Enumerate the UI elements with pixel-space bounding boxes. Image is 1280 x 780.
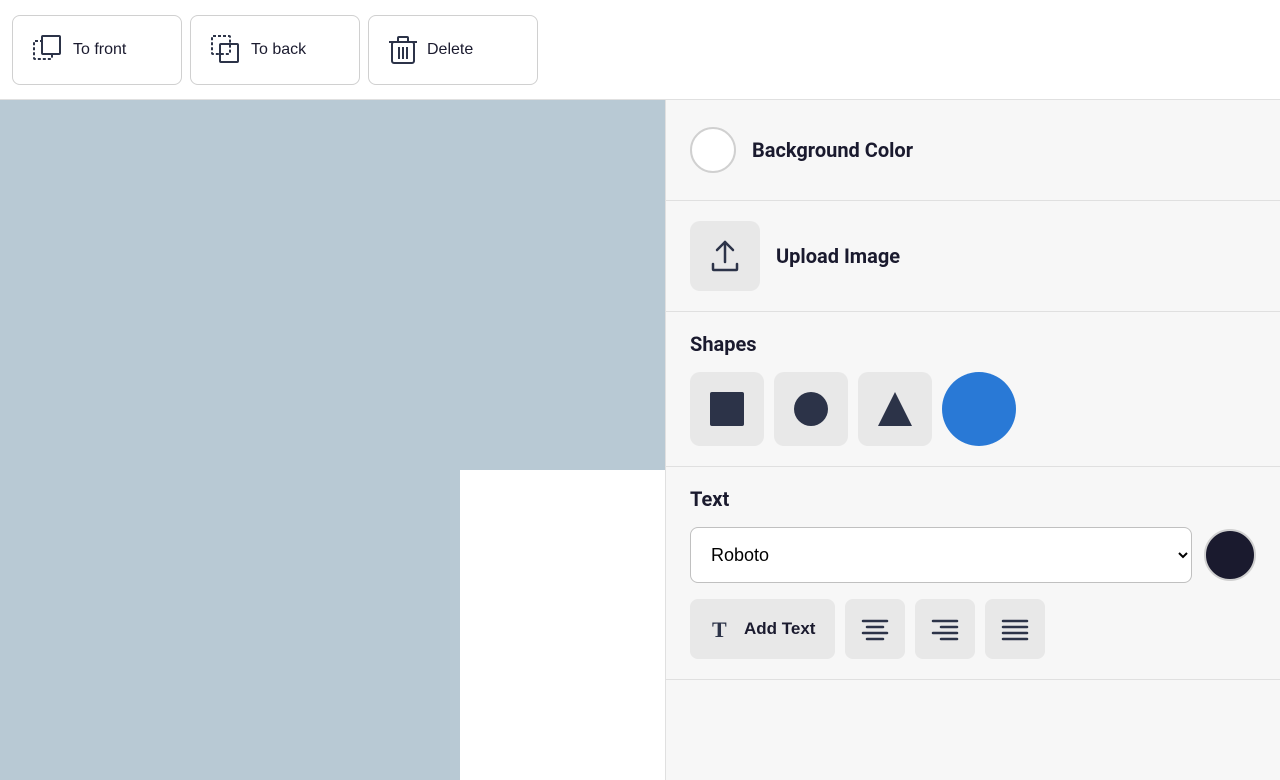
align-right-icon xyxy=(929,613,961,645)
to-front-icon xyxy=(33,35,63,65)
add-text-button[interactable]: T Add Text xyxy=(690,599,835,659)
text-controls-row: Roboto Arial Times New Roman Helvetica G… xyxy=(690,527,1256,583)
bg-color-label: Background Color xyxy=(752,138,913,162)
align-justify-icon xyxy=(999,613,1031,645)
to-front-button[interactable]: To front xyxy=(12,15,182,85)
upload-image-button[interactable] xyxy=(690,221,760,291)
square-shape-icon xyxy=(708,390,746,428)
to-back-label: To back xyxy=(251,41,306,59)
delete-icon xyxy=(389,35,417,65)
bg-color-row: Background Color xyxy=(690,120,1256,180)
upload-image-section: Upload Image xyxy=(666,201,1280,312)
shape-circle-blue-button[interactable] xyxy=(942,372,1016,446)
font-select[interactable]: Roboto Arial Times New Roman Helvetica G… xyxy=(690,527,1192,583)
right-panel: Background Color Upload Image xyxy=(665,100,1280,780)
shapes-section: Shapes xyxy=(666,312,1280,467)
shape-circle-button[interactable] xyxy=(774,372,848,446)
shape-square-button[interactable] xyxy=(690,372,764,446)
upload-icon xyxy=(707,238,743,274)
to-back-icon xyxy=(211,35,241,65)
canvas-area[interactable] xyxy=(0,100,665,780)
shape-triangle-button[interactable] xyxy=(858,372,932,446)
delete-button[interactable]: Delete xyxy=(368,15,538,85)
main-area: Background Color Upload Image xyxy=(0,100,1280,780)
to-back-button[interactable]: To back xyxy=(190,15,360,85)
bg-color-circle[interactable] xyxy=(690,127,736,173)
to-front-label: To front xyxy=(73,41,126,59)
delete-label: Delete xyxy=(427,41,473,59)
text-buttons-row: T Add Text xyxy=(690,599,1256,659)
align-right-button[interactable] xyxy=(915,599,975,659)
add-text-label: Add Text xyxy=(744,619,815,639)
background-color-section: Background Color xyxy=(666,100,1280,201)
circle-shape-icon xyxy=(792,390,830,428)
align-justify-button[interactable] xyxy=(985,599,1045,659)
canvas-white-bottom xyxy=(460,470,665,780)
align-center-button[interactable] xyxy=(845,599,905,659)
upload-image-label: Upload Image xyxy=(776,244,900,268)
triangle-shape-icon xyxy=(876,390,914,428)
text-t-icon: T xyxy=(710,617,734,641)
align-center-icon xyxy=(859,613,891,645)
shapes-row xyxy=(690,372,1256,446)
text-color-circle[interactable] xyxy=(1204,529,1256,581)
shapes-label: Shapes xyxy=(690,332,1256,356)
toolbar: To front To back Delete xyxy=(0,0,1280,100)
text-section-label: Text xyxy=(690,487,1256,511)
svg-text:T: T xyxy=(712,617,727,641)
text-section: Text Roboto Arial Times New Roman Helvet… xyxy=(666,467,1280,680)
upload-row: Upload Image xyxy=(690,221,1256,291)
